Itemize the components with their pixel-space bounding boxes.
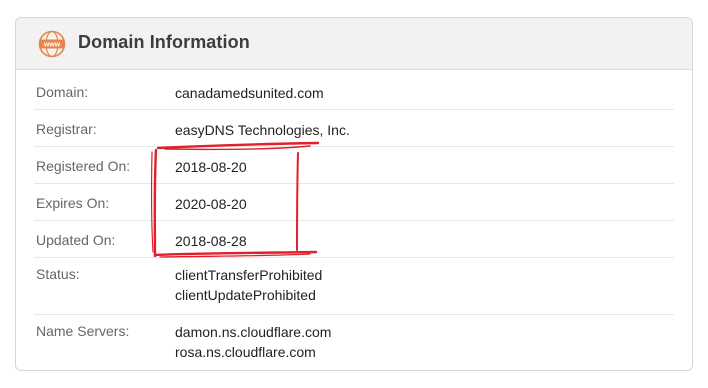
row-status: Status: clientTransferProhibited clientU… — [34, 258, 674, 315]
name-server-value: damon.ns.cloudflare.com — [175, 324, 332, 340]
card-title: Domain Information — [78, 32, 250, 52]
row-value: 2018-08-28 — [175, 231, 247, 251]
row-value: 2020-08-20 — [175, 194, 247, 214]
row-label: Status: — [36, 266, 80, 282]
registrar-value: easyDNS Technologies, Inc. — [175, 122, 350, 138]
row-value: canadamedsunited.com — [175, 83, 324, 103]
www-icon: www — [38, 30, 66, 58]
expires-on-value: 2020-08-20 — [175, 196, 247, 212]
row-label: Registrar: — [36, 121, 97, 137]
row-label: Updated On: — [36, 232, 116, 248]
row-registered-on: Registered On: 2018-08-20 — [34, 147, 674, 184]
row-label: Expires On: — [36, 195, 110, 211]
row-value: clientTransferProhibited clientUpdatePro… — [175, 265, 322, 305]
status-value: clientUpdateProhibited — [175, 287, 316, 303]
card-header: www Domain Information — [16, 18, 692, 70]
registered-on-value: 2018-08-20 — [175, 159, 247, 175]
svg-text:www: www — [43, 42, 61, 49]
domain-value: canadamedsunited.com — [175, 85, 324, 101]
domain-information-card: www Domain Information Domain: canadamed… — [15, 17, 693, 371]
name-server-value: rosa.ns.cloudflare.com — [175, 344, 316, 360]
row-value: 2018-08-20 — [175, 157, 247, 177]
row-value: easyDNS Technologies, Inc. — [175, 120, 350, 140]
row-value: damon.ns.cloudflare.com rosa.ns.cloudfla… — [175, 322, 331, 362]
row-label: Name Servers: — [36, 323, 130, 339]
row-expires-on: Expires On: 2020-08-20 — [34, 184, 674, 221]
row-updated-on: Updated On: 2018-08-28 — [34, 221, 674, 258]
row-label: Registered On: — [36, 158, 131, 174]
updated-on-value: 2018-08-28 — [175, 233, 247, 249]
row-registrar: Registrar: easyDNS Technologies, Inc. — [34, 110, 674, 147]
status-value: clientTransferProhibited — [175, 267, 323, 283]
row-label: Domain: — [36, 84, 89, 100]
row-name-servers: Name Servers: damon.ns.cloudflare.com ro… — [34, 315, 674, 370]
row-domain: Domain: canadamedsunited.com — [34, 73, 674, 110]
info-rows: Domain: canadamedsunited.com Registrar: … — [16, 73, 692, 370]
